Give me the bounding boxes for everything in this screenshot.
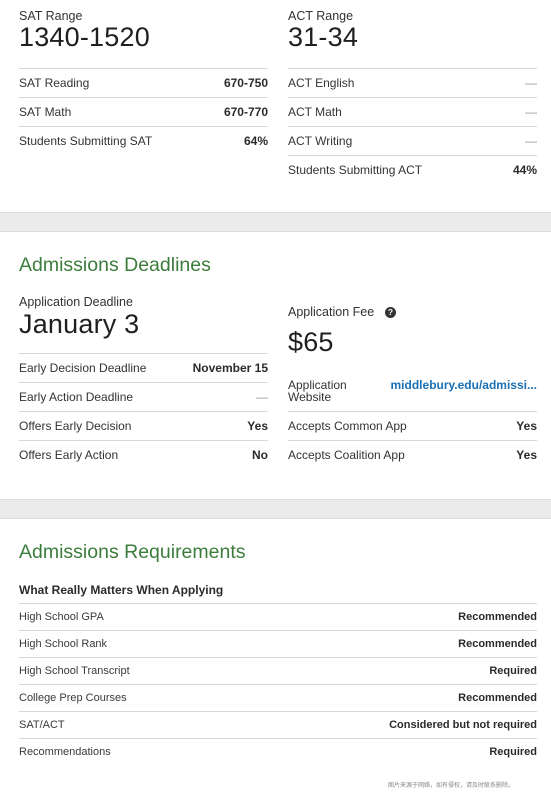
requirement-value: Required	[489, 746, 537, 758]
table-row: High School Transcript Required	[19, 657, 537, 684]
row-value: —	[525, 76, 537, 90]
early-decision-deadline-row: Early Decision Deadline November 15	[19, 353, 268, 382]
requirement-value: Considered but not required	[389, 719, 537, 731]
row-value: —	[256, 390, 268, 404]
application-deadline-label: Application Deadline	[19, 295, 133, 309]
sat-range-label: SAT Range	[19, 9, 83, 23]
sat-math-row: SAT Math 670-770	[19, 97, 268, 125]
table-row: High School GPA Recommended	[19, 603, 537, 630]
section-divider	[0, 499, 551, 519]
requirement-value: Recommended	[458, 611, 537, 623]
row-value: Yes	[516, 419, 537, 433]
requirement-label: High School Rank	[19, 638, 108, 650]
row-value: No	[252, 448, 268, 462]
row-value: Yes	[247, 419, 268, 433]
watermark-text: 图片来源于网络，如有侵权，请及时联系删除。	[387, 783, 514, 789]
row-value: 670-750	[223, 76, 268, 90]
offers-early-decision-row: Offers Early Decision Yes	[19, 411, 268, 440]
application-deadline-value: January 3	[19, 309, 140, 339]
row-value: 64%	[243, 134, 268, 148]
row-label: ACT Math	[288, 105, 342, 119]
requirement-label: Recommendations	[19, 746, 111, 758]
act-range-label: ACT Range	[288, 9, 354, 23]
admissions-deadlines-section: Admissions Deadlines Application Deadlin…	[0, 232, 551, 499]
table-row: SAT/ACT Considered but not required	[19, 711, 537, 738]
row-label: Accepts Coalition App	[288, 448, 405, 462]
act-english-row: ACT English —	[288, 68, 537, 96]
requirement-label: High School GPA	[19, 611, 104, 623]
accepts-coalition-app-row: Accepts Coalition App Yes	[288, 440, 537, 469]
row-label: Students Submitting SAT	[19, 134, 153, 148]
table-row: College Prep Courses Recommended	[19, 684, 537, 711]
students-submitting-sat-row: Students Submitting SAT 64%	[19, 126, 268, 154]
requirement-label: College Prep Courses	[19, 692, 127, 704]
section-title: Admissions Deadlines	[19, 254, 211, 276]
row-value: 670-770	[223, 105, 268, 119]
row-label: Early Decision Deadline	[19, 361, 147, 375]
requirement-value: Recommended	[458, 692, 537, 704]
help-icon[interactable]: ?	[385, 307, 396, 318]
row-label: SAT Math	[19, 105, 72, 119]
table-row: High School Rank Recommended	[19, 630, 537, 657]
act-math-row: ACT Math —	[288, 97, 537, 125]
offers-early-action-row: Offers Early Action No	[19, 440, 268, 469]
test-scores-section: SAT Range 1340-1520 SAT Reading 670-750 …	[0, 0, 551, 212]
row-label: Accepts Common App	[288, 419, 407, 433]
admissions-requirements-section: Admissions Requirements What Really Matt…	[0, 519, 551, 795]
row-label: ACT Writing	[288, 134, 353, 148]
row-label: Offers Early Decision	[19, 419, 132, 433]
row-value: —	[525, 105, 537, 119]
requirement-label: SAT/ACT	[19, 719, 65, 731]
sat-range-value: 1340-1520	[19, 22, 150, 52]
students-submitting-act-row: Students Submitting ACT 44%	[288, 155, 537, 183]
requirement-label: High School Transcript	[19, 665, 130, 677]
application-website-link[interactable]: middlebury.edu/admissi...	[391, 378, 537, 392]
application-website-row: Application Website middlebury.edu/admis…	[288, 377, 537, 410]
row-label: SAT Reading	[19, 76, 90, 90]
row-label: Students Submitting ACT	[288, 163, 423, 177]
act-writing-row: ACT Writing —	[288, 126, 537, 154]
section-divider	[0, 212, 551, 232]
requirements-subtitle: What Really Matters When Applying	[19, 583, 224, 597]
row-label: ACT English	[288, 76, 355, 90]
row-label: Early Action Deadline	[19, 390, 134, 404]
requirement-value: Recommended	[458, 638, 537, 650]
row-value: November 15	[192, 361, 268, 375]
act-range-value: 31-34	[288, 22, 359, 52]
row-label: Offers Early Action	[19, 448, 119, 462]
early-action-deadline-row: Early Action Deadline —	[19, 382, 268, 411]
application-fee-value: $65	[288, 327, 334, 357]
row-value: 44%	[512, 163, 537, 177]
sat-reading-row: SAT Reading 670-750	[19, 68, 268, 96]
table-row: Recommendations Required	[19, 738, 537, 765]
row-label: Application Website	[288, 378, 347, 404]
row-value: —	[525, 134, 537, 148]
accepts-common-app-row: Accepts Common App Yes	[288, 411, 537, 440]
requirement-value: Required	[489, 665, 537, 677]
section-title: Admissions Requirements	[19, 541, 246, 563]
row-value: Yes	[516, 448, 537, 462]
application-fee-label: Application Fee	[288, 305, 375, 319]
